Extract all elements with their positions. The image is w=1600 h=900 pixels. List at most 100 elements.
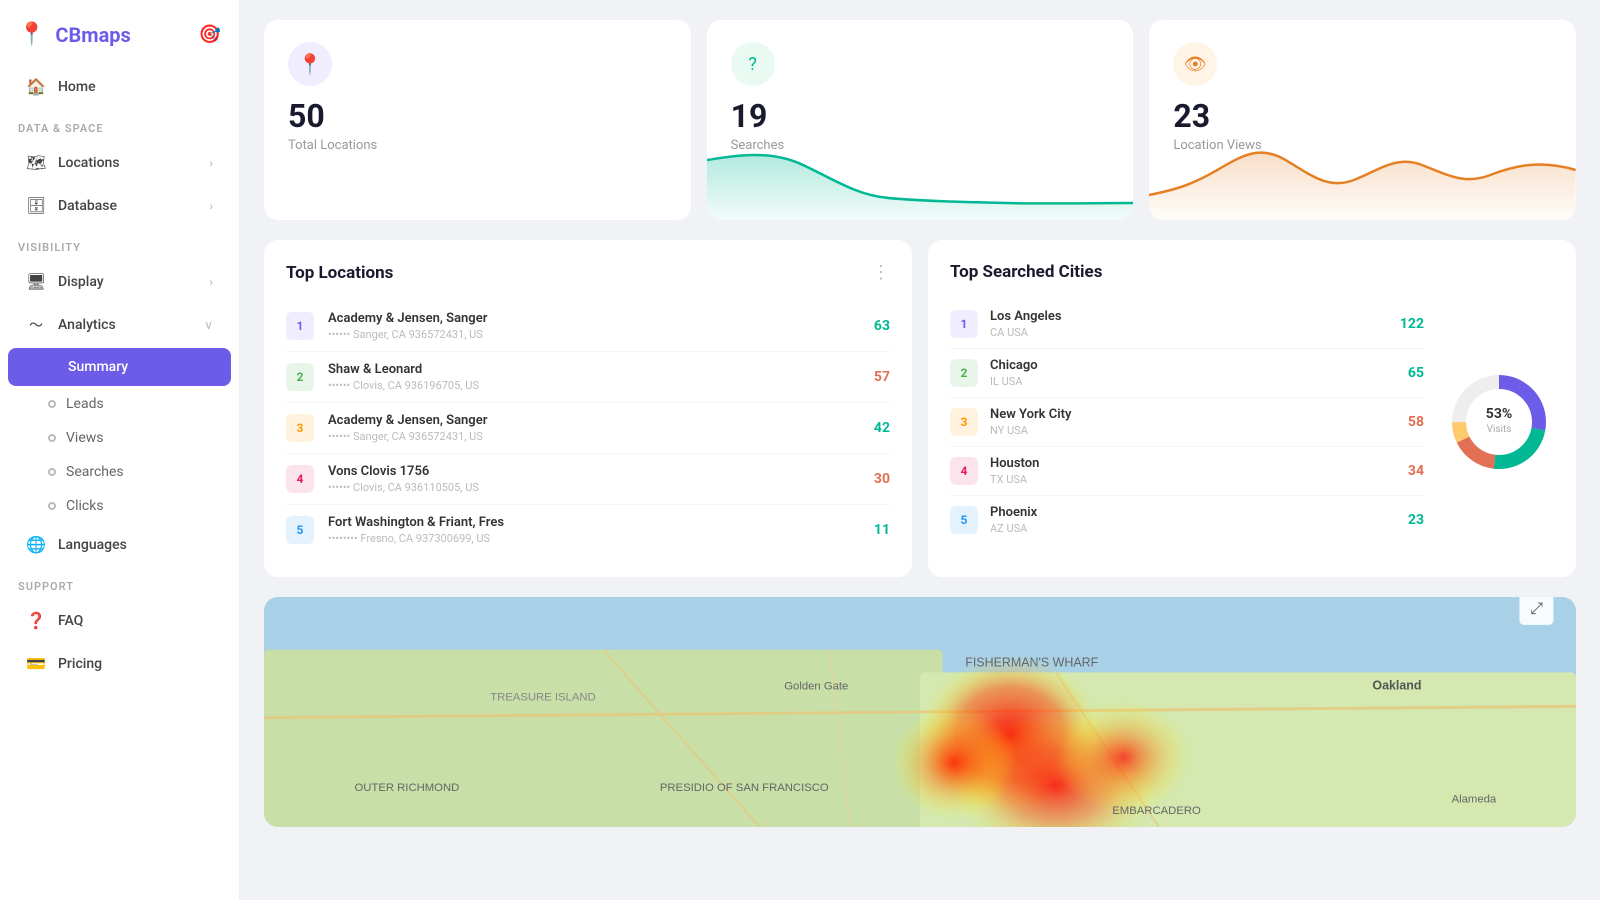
location-item-5: 5 Fort Washington & Friant, Fres •••••••…: [286, 505, 890, 555]
database-icon: 🗄: [26, 196, 46, 215]
loc-info-4: Vons Clovis 1756 •••••• Clovis, CA 93611…: [328, 464, 860, 494]
city-info-3: New York City NY USA: [990, 407, 1396, 437]
chevron-down-icon: ∨: [204, 318, 213, 332]
location-item-3: 3 Academy & Jensen, Sanger •••••• Sanger…: [286, 403, 890, 454]
loc-info-1: Academy & Jensen, Sanger •••••• Sanger, …: [328, 311, 860, 341]
loc-addr-2: •••••• Clovis, CA 936196705, US: [328, 379, 860, 392]
sub-dot-leads: [48, 400, 56, 408]
sidebar-sub-searches-label: Searches: [66, 464, 124, 480]
sidebar-item-display[interactable]: 🖥 Display ›: [8, 261, 231, 302]
city-count-4: 34: [1408, 463, 1424, 479]
loc-addr-4: •••••• Clovis, CA 936110505, US: [328, 481, 860, 494]
support-label: SUPPORT: [0, 566, 239, 599]
city-name-1: Los Angeles: [990, 309, 1388, 324]
loc-count-5: 11: [874, 522, 890, 538]
sidebar-sub-leads-label: Leads: [66, 396, 104, 412]
city-rank-1: 1: [950, 310, 978, 338]
chevron-right-icon: ›: [209, 156, 213, 170]
sub-dot-clicks: [48, 502, 56, 510]
stat-number-views: 23: [1173, 100, 1552, 132]
rank-badge-1: 1: [286, 312, 314, 340]
sidebar-item-analytics[interactable]: 〜 Analytics ∨: [8, 304, 231, 346]
city-info-5: Phoenix AZ USA: [990, 505, 1396, 535]
sidebar-sub-summary-label: Summary: [68, 359, 128, 375]
sidebar-sub-searches[interactable]: Searches: [8, 456, 231, 488]
sidebar-item-pricing[interactable]: 💳 Pricing: [8, 643, 231, 684]
pricing-icon: 💳: [26, 654, 46, 673]
views-chart: [1149, 140, 1576, 220]
sub-dot-summary: [48, 363, 56, 371]
sidebar-item-locations[interactable]: 🗺 Locations ›: [8, 142, 231, 183]
loc-name-2: Shaw & Leonard: [328, 362, 860, 377]
logo-target-icon: 🎯: [199, 24, 221, 45]
map-panel: FISHERMAN'S WHARF Golden Gate TREASURE I…: [264, 597, 1576, 827]
loc-count-4: 30: [874, 471, 890, 487]
loc-addr-5: •••••••• Fresno, CA 937300699, US: [328, 532, 860, 545]
sub-dot-views: [48, 434, 56, 442]
sidebar-sub-views[interactable]: Views: [8, 422, 231, 454]
city-info-1: Los Angeles CA USA: [990, 309, 1388, 339]
cities-inner: 1 Los Angeles CA USA 122 2 Chicago IL US…: [950, 300, 1554, 544]
donut-svg: 53% Visits: [1444, 367, 1554, 477]
sidebar-sub-summary[interactable]: Summary: [8, 348, 231, 386]
sidebar-sub-languages[interactable]: 🌐 Languages: [8, 524, 231, 565]
sidebar-sub-clicks[interactable]: Clicks: [8, 490, 231, 522]
city-name-5: Phoenix: [990, 505, 1396, 520]
city-sub-4: TX USA: [990, 473, 1396, 486]
city-count-2: 65: [1408, 365, 1424, 381]
data-space-label: DATA & SPACE: [0, 108, 239, 141]
sidebar-sub-views-label: Views: [66, 430, 104, 446]
stat-icon-locations: 📍: [288, 42, 332, 86]
city-name-4: Houston: [990, 456, 1396, 471]
top-cities-title: Top Searched Cities: [950, 262, 1102, 282]
loc-info-2: Shaw & Leonard •••••• Clovis, CA 9361967…: [328, 362, 860, 392]
city-sub-3: NY USA: [990, 424, 1396, 437]
city-sub-2: IL USA: [990, 375, 1396, 388]
city-item-3: 3 New York City NY USA 58: [950, 398, 1424, 447]
loc-addr-3: •••••• Sanger, CA 936572431, US: [328, 430, 860, 443]
globe-icon: 🌐: [26, 535, 46, 554]
svg-text:PRESIDIO OF SAN FRANCISCO: PRESIDIO OF SAN FRANCISCO: [660, 782, 829, 794]
visibility-label: VISIBILITY: [0, 227, 239, 260]
sidebar-item-display-label: Display: [58, 274, 104, 290]
svg-text:Oakland: Oakland: [1372, 678, 1421, 692]
sidebar-item-faq[interactable]: ❓ FAQ: [8, 600, 231, 641]
sidebar-item-pricing-label: Pricing: [58, 656, 102, 672]
analytics-icon: 〜: [26, 315, 46, 335]
rank-badge-3: 3: [286, 414, 314, 442]
searches-chart: [707, 140, 1134, 220]
sidebar-item-home[interactable]: 🏠 Home: [8, 66, 231, 107]
city-name-2: Chicago: [990, 358, 1396, 373]
svg-text:Visits: Visits: [1487, 424, 1512, 435]
logo-text: CBmaps: [55, 23, 130, 47]
stat-number-locations: 50: [288, 100, 667, 132]
city-count-1: 122: [1400, 316, 1424, 332]
top-cities-panel: Top Searched Cities 1 Los Angeles CA USA…: [928, 240, 1576, 577]
sidebar-item-database[interactable]: 🗄 Database ›: [8, 185, 231, 226]
stat-icon-views: 👁: [1173, 42, 1217, 86]
location-item-2: 2 Shaw & Leonard •••••• Clovis, CA 93619…: [286, 352, 890, 403]
sidebar-item-home-label: Home: [58, 79, 96, 95]
sidebar-item-faq-label: FAQ: [58, 613, 83, 629]
rank-badge-5: 5: [286, 516, 314, 544]
chevron-right-icon-db: ›: [209, 199, 213, 213]
city-info-2: Chicago IL USA: [990, 358, 1396, 388]
stat-icon-searches: ?: [731, 42, 775, 86]
city-sub-1: CA USA: [990, 326, 1388, 339]
content-row: Top Locations ⋮ 1 Academy & Jensen, Sang…: [264, 240, 1576, 577]
city-item-4: 4 Houston TX USA 34: [950, 447, 1424, 496]
sub-dot-searches: [48, 468, 56, 476]
loc-addr-1: •••••• Sanger, CA 936572431, US: [328, 328, 860, 341]
logo: 📍 CBmaps 🎯: [0, 0, 239, 65]
stat-card-total-locations: 📍 50 Total Locations: [264, 20, 691, 220]
stats-row: 📍 50 Total Locations ? 19 Searches: [264, 20, 1576, 220]
loc-info-3: Academy & Jensen, Sanger •••••• Sanger, …: [328, 413, 860, 443]
location-item-1: 1 Academy & Jensen, Sanger •••••• Sanger…: [286, 301, 890, 352]
sidebar-sub-languages-label: Languages: [58, 537, 127, 553]
city-rank-4: 4: [950, 457, 978, 485]
top-locations-menu-icon[interactable]: ⋮: [872, 262, 890, 283]
sidebar-sub-leads[interactable]: Leads: [8, 388, 231, 420]
loc-count-1: 63: [874, 318, 890, 334]
city-item-5: 5 Phoenix AZ USA 23: [950, 496, 1424, 544]
city-sub-5: AZ USA: [990, 522, 1396, 535]
